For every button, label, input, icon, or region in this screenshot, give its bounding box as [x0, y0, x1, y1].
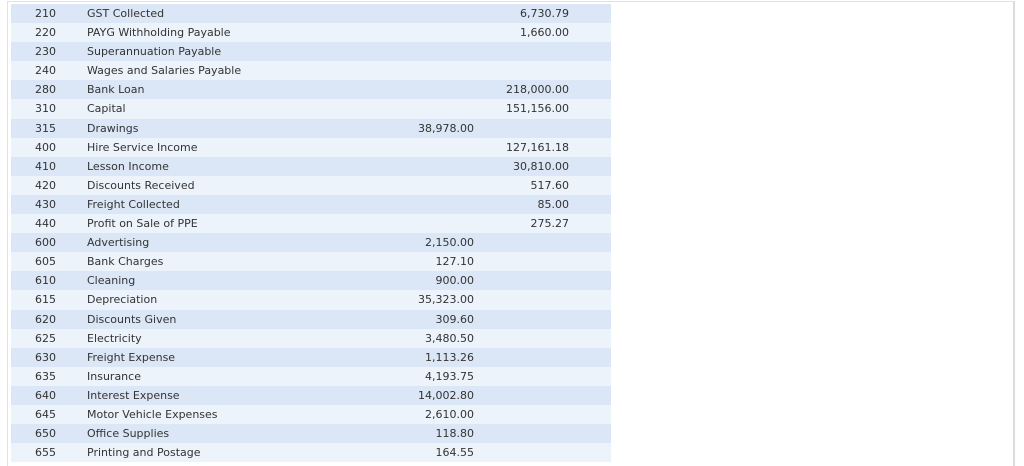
credit-cell: 151,156.00 — [506, 102, 569, 116]
table-row: 240 Wages and Salaries Payable — [11, 61, 611, 81]
credit-cell: 6,730.79 — [520, 7, 569, 20]
debit-cell: 35,323.00 — [418, 293, 474, 307]
debit-cell: 118.80 — [435, 427, 475, 441]
account-code-cell: 620 — [35, 312, 56, 326]
table-row: 635 Insurance 4,193.75 — [11, 366, 611, 386]
account-name-cell: Electricity — [87, 331, 142, 345]
account-code-cell: 615 — [35, 293, 56, 307]
account-name-cell: Freight Collected — [87, 197, 180, 211]
account-code-cell: 645 — [35, 407, 56, 421]
account-code-cell: 650 — [35, 427, 56, 441]
table-row: 640 Interest Expense 14,002.80 — [11, 385, 611, 405]
account-code-cell: 410 — [35, 159, 56, 173]
table-row: 610 Cleaning 900.00 — [11, 271, 611, 291]
account-name-cell: Freight Expense — [87, 350, 176, 364]
account-name-cell: Insurance — [87, 369, 141, 383]
account-code-cell: 310 — [35, 102, 56, 116]
table-row: 605 Bank Charges 127.10 — [11, 252, 611, 272]
debit-cell: 900.00 — [435, 274, 475, 288]
table-row: 615 Depreciation 35,323.00 — [11, 290, 611, 310]
table-row: 210 GST Collected 6,730.79 — [11, 4, 611, 24]
account-name-cell: Wages and Salaries Payable — [87, 64, 242, 78]
account-code-cell: 655 — [35, 446, 56, 460]
debit-cell: 309.60 — [435, 312, 475, 326]
account-name-cell: Discounts Received — [87, 178, 195, 192]
table-row: 230 Superannuation Payable — [11, 42, 611, 62]
account-name-cell: Depreciation — [87, 293, 158, 307]
table-row: 440 Profit on Sale of PPE 275.27 — [11, 214, 611, 234]
debit-cell: 14,002.80 — [418, 388, 474, 402]
account-code-cell: 230 — [35, 45, 56, 59]
table-row: 600 Advertising 2,150.00 — [11, 233, 611, 253]
debit-cell: 3,480.50 — [425, 331, 474, 345]
account-name-cell: Advertising — [87, 236, 150, 250]
account-code-cell: 440 — [35, 217, 56, 231]
account-code-cell: 625 — [35, 331, 56, 345]
credit-cell: 30,810.00 — [513, 159, 569, 173]
table-row: 280 Bank Loan 218,000.00 — [11, 80, 611, 100]
table-row: 645 Motor Vehicle Expenses 2,610.00 — [11, 404, 611, 425]
debit-cell: 164.55 — [435, 446, 475, 460]
account-name-cell: Discounts Given — [87, 312, 177, 326]
account-name-cell: Interest Expense — [87, 388, 180, 402]
table-row: 310 Capital 151,156.00 — [11, 99, 611, 119]
trial-balance-table: 210 GST Collected 6,730.79 220 PAYG Withhold… — [11, 4, 611, 463]
credit-cell: 127,161.18 — [506, 140, 569, 154]
debit-cell: 4,193.75 — [425, 369, 474, 383]
account-name-cell: Bank Loan — [87, 83, 145, 97]
account-code-cell: 220 — [35, 26, 56, 40]
account-name-cell: GST Collected — [87, 7, 165, 20]
credit-cell: 517.60 — [530, 178, 570, 192]
account-name-cell: PAYG Withholding Payable — [87, 26, 231, 40]
account-code-cell: 420 — [35, 178, 56, 192]
account-code-cell: 600 — [35, 236, 56, 250]
account-code-cell: 280 — [35, 83, 56, 97]
table-row: 620 Discounts Given 309.60 — [11, 309, 611, 329]
account-name-cell: Printing and Postage — [87, 446, 201, 460]
table-row: 400 Hire Service Income 127,161.18 — [11, 137, 611, 157]
table-row: 420 Discounts Received 517.60 — [11, 175, 611, 195]
account-name-cell: Cleaning — [87, 274, 136, 288]
table-row: 410 Lesson Income 30,810.00 — [11, 156, 611, 176]
debit-cell: 38,978.00 — [418, 121, 474, 135]
table-row: 220 PAYG Withholding Payable 1,660.00 — [11, 23, 611, 43]
account-name-cell: Superannuation Payable — [87, 45, 222, 59]
account-name-cell: Hire Service Income — [87, 140, 198, 154]
credit-cell: 218,000.00 — [506, 83, 569, 97]
table-row: 655 Printing and Postage 164.55 — [11, 443, 611, 463]
debit-cell: 1,113.26 — [425, 350, 474, 364]
credit-cell: 275.27 — [530, 217, 570, 231]
account-code-cell: 430 — [35, 197, 56, 211]
table-row: 315 Drawings 38,978.00 — [11, 118, 611, 138]
table-row: 625 Electricity 3,480.50 — [11, 328, 611, 348]
table-row: 430 Freight Collected 85.00 — [11, 194, 611, 215]
account-name-cell: Capital — [87, 102, 126, 116]
table-row: 630 Freight Expense 1,113.26 — [11, 347, 611, 367]
account-code-cell: 610 — [35, 274, 56, 288]
account-name-cell: Motor Vehicle Expenses — [87, 407, 218, 421]
debit-cell: 2,150.00 — [425, 236, 474, 250]
debit-cell: 2,610.00 — [425, 407, 474, 421]
account-name-cell: Drawings — [87, 121, 139, 135]
table-row: 650 Office Supplies 118.80 — [11, 424, 611, 444]
account-name-cell: Profit on Sale of PPE — [87, 217, 198, 231]
account-code-cell: 635 — [35, 369, 56, 383]
account-code-cell: 630 — [35, 350, 56, 364]
credit-cell: 85.00 — [537, 197, 570, 211]
account-code-cell: 400 — [35, 140, 56, 154]
account-code-cell: 210 — [35, 7, 56, 20]
account-name-cell: Lesson Income — [87, 159, 169, 173]
account-code-cell: 315 — [35, 121, 56, 135]
account-name-cell: Office Supplies — [87, 427, 170, 441]
credit-cell: 1,660.00 — [520, 26, 569, 40]
page: 210 GST Collected 6,730.79 220 PAYG Withhold… — [0, 0, 1024, 466]
account-code-cell: 640 — [35, 388, 56, 402]
account-code-cell: 605 — [35, 255, 56, 269]
account-code-cell: 240 — [35, 64, 56, 78]
debit-cell: 127.10 — [435, 255, 475, 269]
account-name-cell: Bank Charges — [87, 255, 164, 269]
